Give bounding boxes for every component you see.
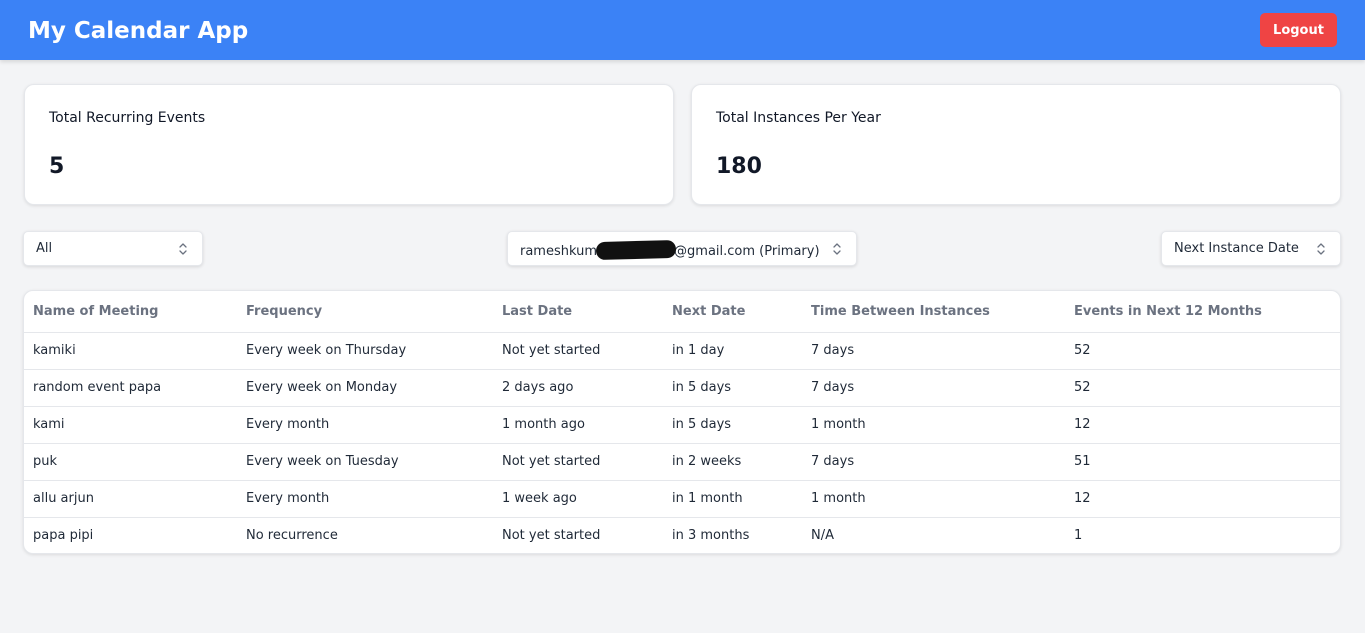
cell-meeting-name: random event papa — [24, 369, 237, 407]
total-recurring-events-card: Total Recurring Events 5 — [24, 84, 674, 205]
cell-time-between: 7 days — [802, 369, 1065, 407]
cell-meeting-name: allu arjun — [24, 480, 237, 518]
cell-time-between: 7 days — [802, 332, 1065, 370]
cell-last-date: Not yet started — [493, 443, 663, 481]
stat-value: 5 — [49, 154, 65, 179]
cell-next-date: in 2 weeks — [663, 443, 802, 481]
column-header: Frequency — [237, 291, 493, 333]
cell-frequency: No recurrence — [246, 528, 338, 544]
events-table: Name of Meeting Frequency Last Date Next… — [24, 291, 1340, 553]
event-filter-select[interactable]: All — [23, 231, 203, 266]
cell-events-count: 52 — [1065, 369, 1340, 407]
calendar-value: rameshkum @gmail.com (Primary) — [520, 239, 820, 261]
total-instances-per-year-card: Total Instances Per Year 180 — [691, 84, 1341, 205]
cell-next-date: in 1 month — [663, 480, 802, 518]
sort-select[interactable]: Next Instance Date — [1161, 231, 1341, 266]
cell-next-date: in 5 days — [663, 406, 802, 444]
cell-events-count: 12 — [1065, 480, 1340, 518]
cell-frequency: Every month — [237, 480, 493, 518]
cell-events-count: 51 — [1065, 443, 1340, 481]
column-header: Time Between Instances — [802, 291, 1065, 333]
cell-next-date: in 5 days — [663, 369, 802, 407]
app-title: My Calendar App — [28, 18, 249, 44]
cell-meeting-name: kami — [24, 406, 237, 444]
chevron-up-down-icon — [833, 243, 841, 255]
calendar-select[interactable]: rameshkum @gmail.com (Primary) — [507, 231, 857, 266]
chevron-up-down-icon — [179, 243, 187, 255]
table-header-row: Name of Meeting Frequency Last Date Next… — [24, 291, 1340, 333]
sort-value: Next Instance Date — [1174, 241, 1299, 256]
cell-frequency: Every week on Monday — [237, 369, 493, 407]
event-filter-value: All — [36, 241, 53, 256]
chevron-up-down-icon — [1317, 243, 1325, 255]
cell-last-date: Not yet started — [502, 528, 601, 544]
cell-events-count: 1 — [1074, 528, 1083, 544]
table-row: allu arjun Every month 1 week ago in 1 m… — [24, 480, 1340, 518]
stat-value: 180 — [716, 154, 762, 179]
cell-next-date: in 1 day — [663, 332, 802, 370]
cell-meeting-name: kamiki — [24, 332, 237, 370]
top-navbar: My Calendar App Logout — [0, 0, 1365, 60]
cell-last-date: Not yet started — [493, 332, 663, 370]
cell-frequency: Every week on Thursday — [237, 332, 493, 370]
stat-label: Total Instances Per Year — [716, 110, 881, 126]
calendar-email-prefix: rameshkum — [520, 244, 598, 259]
logout-button[interactable]: Logout — [1260, 13, 1337, 47]
table-row: puk Every week on Tuesday Not yet starte… — [24, 443, 1340, 481]
calendar-email-suffix: @gmail.com (Primary) — [674, 244, 820, 259]
cell-events-count: 52 — [1065, 332, 1340, 370]
cell-time-between: 1 month — [802, 406, 1065, 444]
cell-meeting-name: puk — [24, 443, 237, 481]
cell-time-between: 7 days — [802, 443, 1065, 481]
column-header: Next Date — [663, 291, 802, 333]
column-header: Events in Next 12 Months — [1065, 291, 1340, 333]
column-header: Last Date — [493, 291, 663, 333]
cell-last-date: 1 month ago — [493, 406, 663, 444]
events-table-card: Name of Meeting Frequency Last Date Next… — [23, 290, 1341, 554]
cell-frequency: Every week on Tuesday — [237, 443, 493, 481]
column-header: Name of Meeting — [24, 291, 237, 333]
cell-time-between: N/A — [811, 528, 834, 544]
cell-next-date: in 3 months — [672, 528, 750, 544]
cell-events-count: 12 — [1065, 406, 1340, 444]
redaction-mark — [595, 239, 677, 261]
cell-frequency: Every month — [237, 406, 493, 444]
cell-last-date: 1 week ago — [493, 480, 663, 518]
stat-label: Total Recurring Events — [49, 110, 206, 126]
cell-last-date: 2 days ago — [493, 369, 663, 407]
table-row: random event papa Every week on Monday 2… — [24, 369, 1340, 407]
table-row: kamiki Every week on Thursday Not yet st… — [24, 332, 1340, 370]
table-row: papa pipi No recurrence Not yet started … — [24, 517, 1340, 553]
cell-meeting-name: papa pipi — [33, 528, 94, 544]
cell-time-between: 1 month — [802, 480, 1065, 518]
table-row: kami Every month 1 month ago in 5 days 1… — [24, 406, 1340, 444]
